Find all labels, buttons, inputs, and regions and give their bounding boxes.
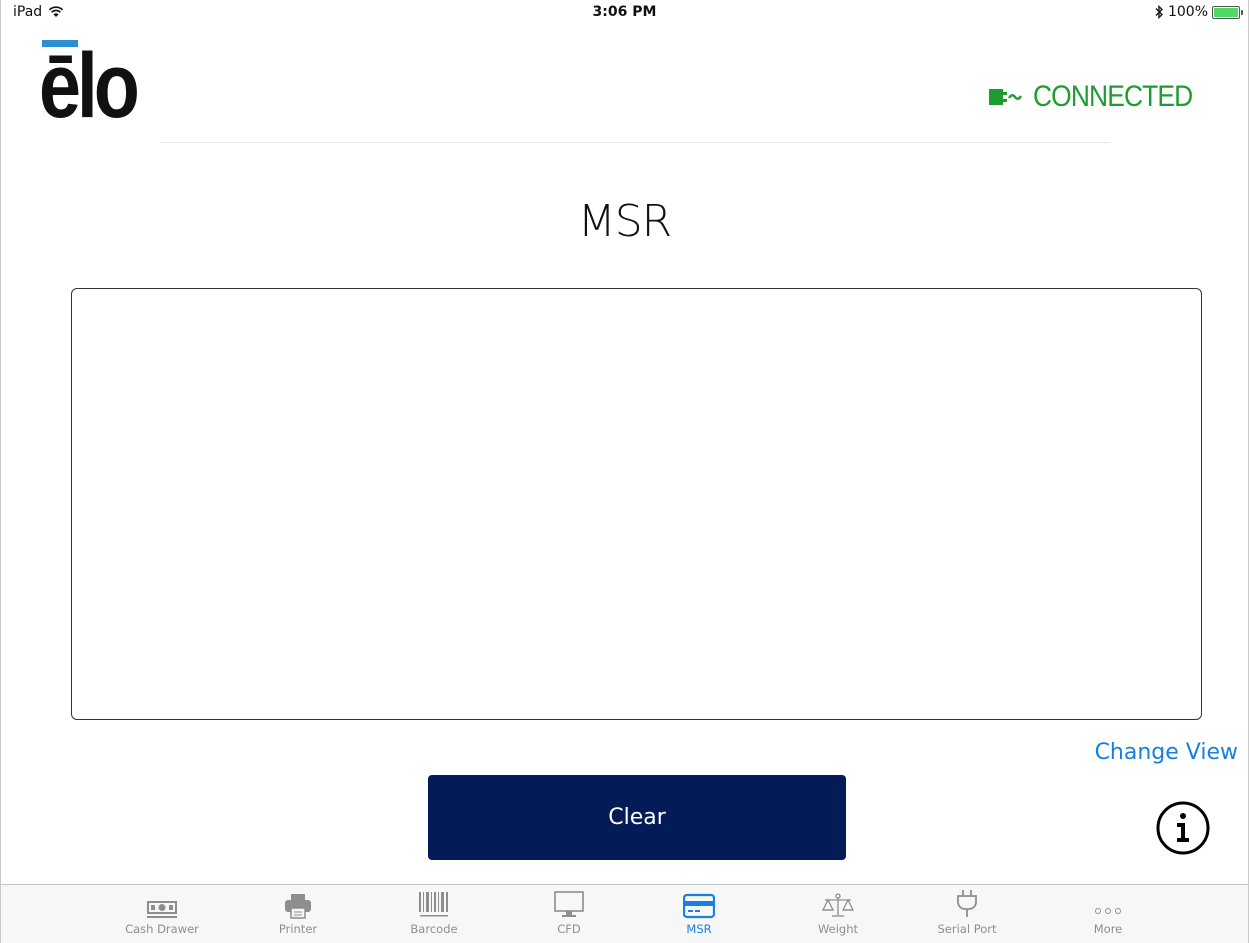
tab-label: Weight [817,922,859,936]
status-bar: iPad 3:06 PM 100% [1,0,1248,24]
tab-label: MSR [686,922,712,936]
barcode-icon [419,892,448,917]
tab-barcode[interactable]: Barcode [384,885,484,943]
plug-icon [957,890,977,917]
header-divider [161,142,1110,143]
msr-output-textview[interactable] [71,288,1202,720]
bluetooth-icon [1155,5,1163,19]
battery-percent: 100% [1167,4,1208,20]
tab-label: Cash Drawer [125,922,199,936]
tab-serial-port[interactable]: Serial Port [917,885,1017,943]
cash-drawer-icon [147,901,177,918]
more-dots-icon [1095,908,1121,914]
connection-label: CONNECTED [1032,80,1193,113]
monitor-icon [554,891,584,917]
tab-msr[interactable]: MSR [649,885,749,943]
battery-icon [1212,5,1243,19]
status-time: 3:06 PM [592,4,657,20]
clear-button[interactable]: Clear [428,775,846,860]
tab-label: Barcode [410,922,458,936]
tab-label: Printer [278,922,318,936]
tab-bar: Cash Drawer Printer Barcode CFD MSR Weig… [1,884,1248,943]
scale-icon [821,893,855,917]
plug-connected-icon [988,89,1023,105]
tab-more[interactable]: More [1058,885,1158,943]
tab-cfd[interactable]: CFD [519,885,619,943]
connection-status: CONNECTED [987,80,1214,114]
change-view-link[interactable]: Change View [1095,740,1238,765]
tab-label: More [1093,922,1123,936]
page-title: MSR [577,196,672,247]
info-icon [1156,801,1210,855]
status-right: 100% [1154,4,1243,20]
info-button[interactable] [1155,800,1211,856]
tab-printer[interactable]: Printer [248,885,348,943]
tab-cash-drawer[interactable]: Cash Drawer [112,885,212,943]
tab-label: Serial Port [937,922,997,936]
credit-card-icon [683,893,715,919]
tab-label: CFD [557,922,581,936]
logo-text: ēlo [39,35,140,137]
elo-logo: ēlo [39,36,151,136]
tab-weight[interactable]: Weight [788,885,888,943]
printer-icon [285,894,311,919]
